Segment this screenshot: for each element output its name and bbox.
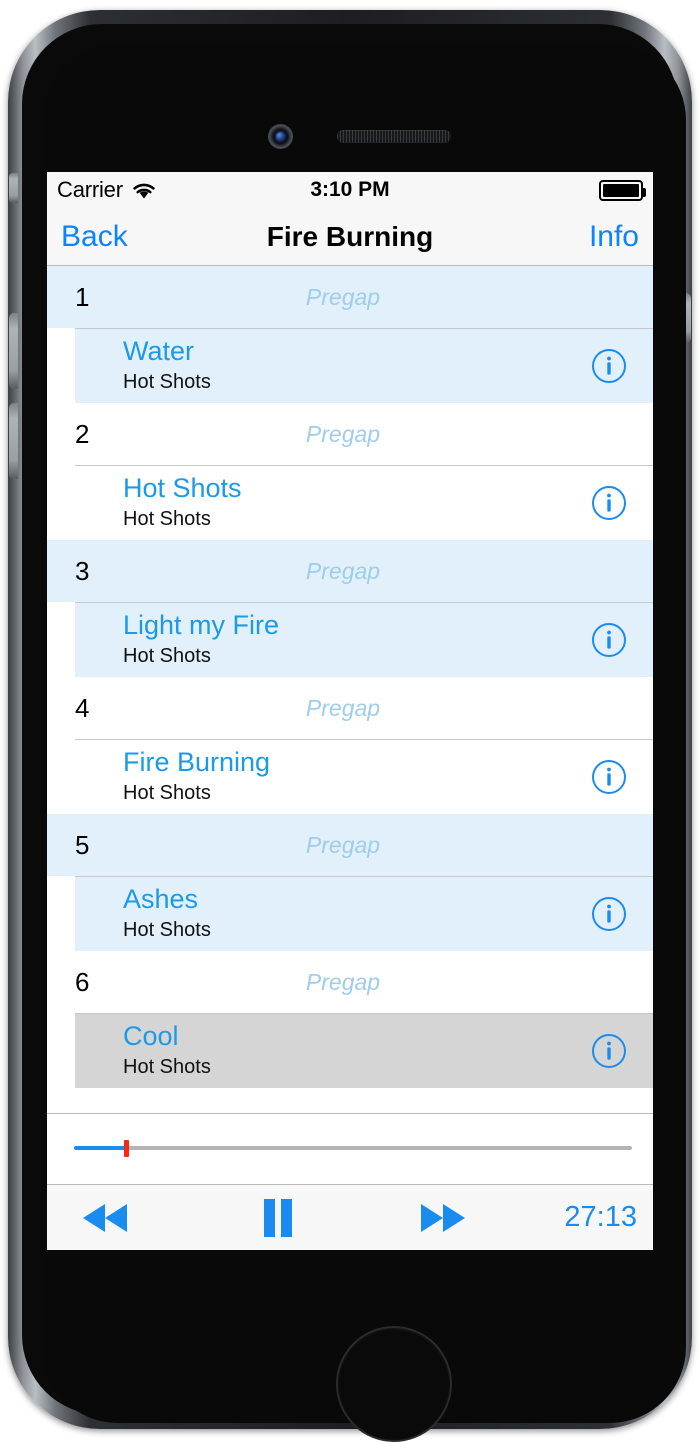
song-artist: Hot Shots (123, 370, 211, 393)
song-title: Water (123, 336, 195, 367)
volume-up-button[interactable] (9, 313, 18, 389)
status-bar-left: Carrier (57, 177, 157, 203)
navigation-bar: Back Fire Burning Info (47, 208, 653, 266)
song-title: Fire Burning (123, 747, 271, 778)
song-artist: Hot Shots (123, 1055, 211, 1078)
wifi-icon (133, 183, 155, 199)
pregap-label: Pregap (305, 968, 381, 995)
song-texts: Water Hot Shots (123, 336, 211, 395)
info-button[interactable]: Info (589, 220, 639, 254)
rewind-button[interactable] (73, 1201, 139, 1235)
slider-playhead-marker[interactable] (123, 1140, 129, 1157)
song-texts: Light my Fire Hot Shots (123, 610, 279, 669)
info-circle-icon[interactable] (591, 348, 627, 384)
elapsed-time-label: 27:13 (564, 1201, 637, 1233)
slider-track-background (74, 1146, 632, 1150)
playback-slider-area (47, 1113, 653, 1186)
pregap-row[interactable]: 1 Pregap (47, 266, 653, 328)
song-row[interactable]: Cool Hot Shots (75, 1013, 653, 1088)
pregap-label: Pregap (305, 283, 381, 310)
track-group: 2 Pregap Hot Shots Hot Shots (47, 403, 653, 540)
info-circle-icon[interactable] (591, 485, 627, 521)
song-texts: Cool Hot Shots (123, 1021, 211, 1080)
rewind-icon (83, 1203, 127, 1232)
track-group: 6 Pregap Cool Hot Shots (47, 951, 653, 1088)
song-row[interactable]: Water Hot Shots (75, 328, 653, 403)
song-artist: Hot Shots (123, 507, 211, 530)
song-texts: Ashes Hot Shots (123, 884, 211, 943)
track-group: 5 Pregap Ashes Hot Shots (47, 814, 653, 951)
track-list[interactable]: 1 Pregap Water Hot Shots 2 Pregap Hot Sh… (47, 266, 653, 1113)
song-row[interactable]: Light my Fire Hot Shots (75, 602, 653, 677)
song-row[interactable]: Ashes Hot Shots (75, 876, 653, 951)
status-bar: Carrier 3:10 PM (47, 172, 653, 208)
song-row[interactable]: Hot Shots Hot Shots (75, 465, 653, 540)
song-artist: Hot Shots (123, 918, 211, 941)
track-group: 4 Pregap Fire Burning Hot Shots (47, 677, 653, 814)
slider-track-fill (74, 1146, 126, 1150)
mute-switch[interactable] (9, 173, 18, 203)
song-title: Light my Fire (123, 610, 280, 641)
song-title: Hot Shots (123, 473, 242, 504)
pregap-row[interactable]: 2 Pregap (47, 403, 653, 465)
carrier-label: Carrier (57, 177, 123, 202)
info-circle-icon[interactable] (591, 622, 627, 658)
clock-label: 3:10 PM (310, 178, 390, 201)
pregap-label: Pregap (305, 420, 381, 447)
song-title: Ashes (123, 884, 199, 915)
phone-screen: Carrier 3:10 PM Back Fire Burning Info 1… (47, 172, 653, 1250)
song-texts: Fire Burning Hot Shots (123, 747, 270, 806)
info-circle-icon[interactable] (591, 759, 627, 795)
battery-full-icon (599, 179, 646, 201)
front-camera-icon (268, 124, 293, 149)
nav-title-wrap: Fire Burning (47, 208, 653, 265)
pause-icon (264, 1198, 292, 1237)
play-pause-button[interactable] (245, 1198, 311, 1237)
camera-lens (276, 132, 285, 141)
song-artist: Hot Shots (123, 644, 211, 667)
home-button[interactable] (336, 1326, 452, 1442)
pregap-row[interactable]: 6 Pregap (47, 951, 653, 1013)
track-group: 1 Pregap Water Hot Shots (47, 266, 653, 403)
info-circle-icon[interactable] (591, 1033, 627, 1069)
earpiece-speaker-icon (337, 130, 451, 143)
fast-forward-button[interactable] (409, 1201, 475, 1235)
page-title: Fire Burning (266, 220, 434, 252)
volume-down-button[interactable] (9, 403, 18, 479)
song-title: Cool (123, 1021, 179, 1052)
battery-cap (643, 187, 646, 197)
song-row[interactable]: Fire Burning Hot Shots (75, 739, 653, 814)
track-group: 3 Pregap Light my Fire Hot Shots (47, 540, 653, 677)
song-texts: Hot Shots Hot Shots (123, 473, 242, 532)
info-circle-icon[interactable] (591, 896, 627, 932)
pregap-label: Pregap (305, 831, 381, 858)
pregap-row[interactable]: 5 Pregap (47, 814, 653, 876)
pregap-label: Pregap (305, 694, 381, 721)
back-button[interactable]: Back (61, 220, 128, 254)
pregap-row[interactable]: 3 Pregap (47, 540, 653, 602)
song-artist: Hot Shots (123, 781, 211, 804)
player-toolbar: 27:13 (47, 1184, 653, 1250)
pregap-row[interactable]: 4 Pregap (47, 677, 653, 739)
playback-progress-slider[interactable] (74, 1140, 632, 1157)
fast-forward-icon (421, 1203, 465, 1232)
status-bar-right (599, 179, 646, 201)
pregap-label: Pregap (305, 557, 381, 584)
battery-fill (603, 183, 639, 197)
